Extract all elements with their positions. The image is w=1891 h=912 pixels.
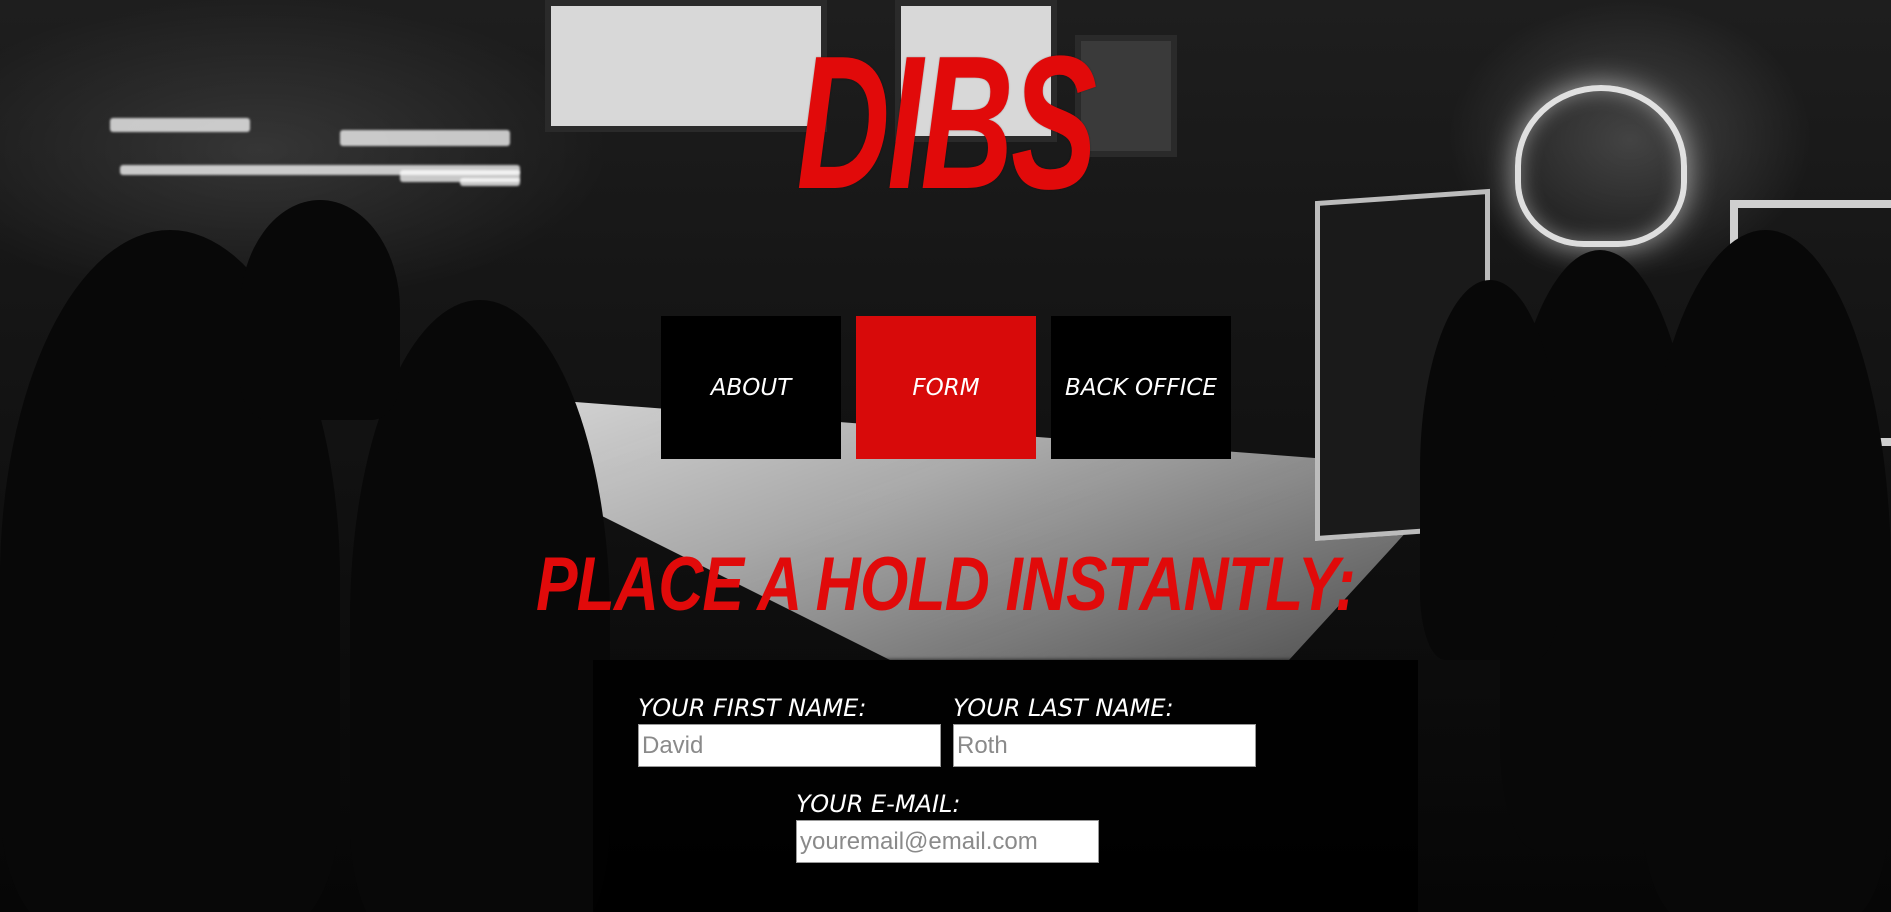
last-name-input[interactable] (953, 724, 1256, 767)
first-name-input[interactable] (638, 724, 941, 767)
main-nav: ABOUT FORM BACK OFFICE (661, 316, 1231, 459)
nav-about-button[interactable]: ABOUT (661, 316, 841, 459)
logo-dibs: DIBS (796, 17, 1098, 229)
nav-form-button[interactable]: FORM (856, 316, 1036, 459)
page-headline: PLACE A HOLD INSTANTLY: (536, 542, 1356, 627)
last-name-label: YOUR LAST NAME: (953, 694, 1174, 722)
nav-back-office-button[interactable]: BACK OFFICE (1051, 316, 1231, 459)
first-name-label: YOUR FIRST NAME: (638, 694, 867, 722)
email-label: YOUR E-MAIL: (796, 790, 961, 818)
email-input[interactable] (796, 820, 1099, 863)
hold-form: YOUR FIRST NAME: YOUR LAST NAME: YOUR E-… (593, 660, 1418, 912)
